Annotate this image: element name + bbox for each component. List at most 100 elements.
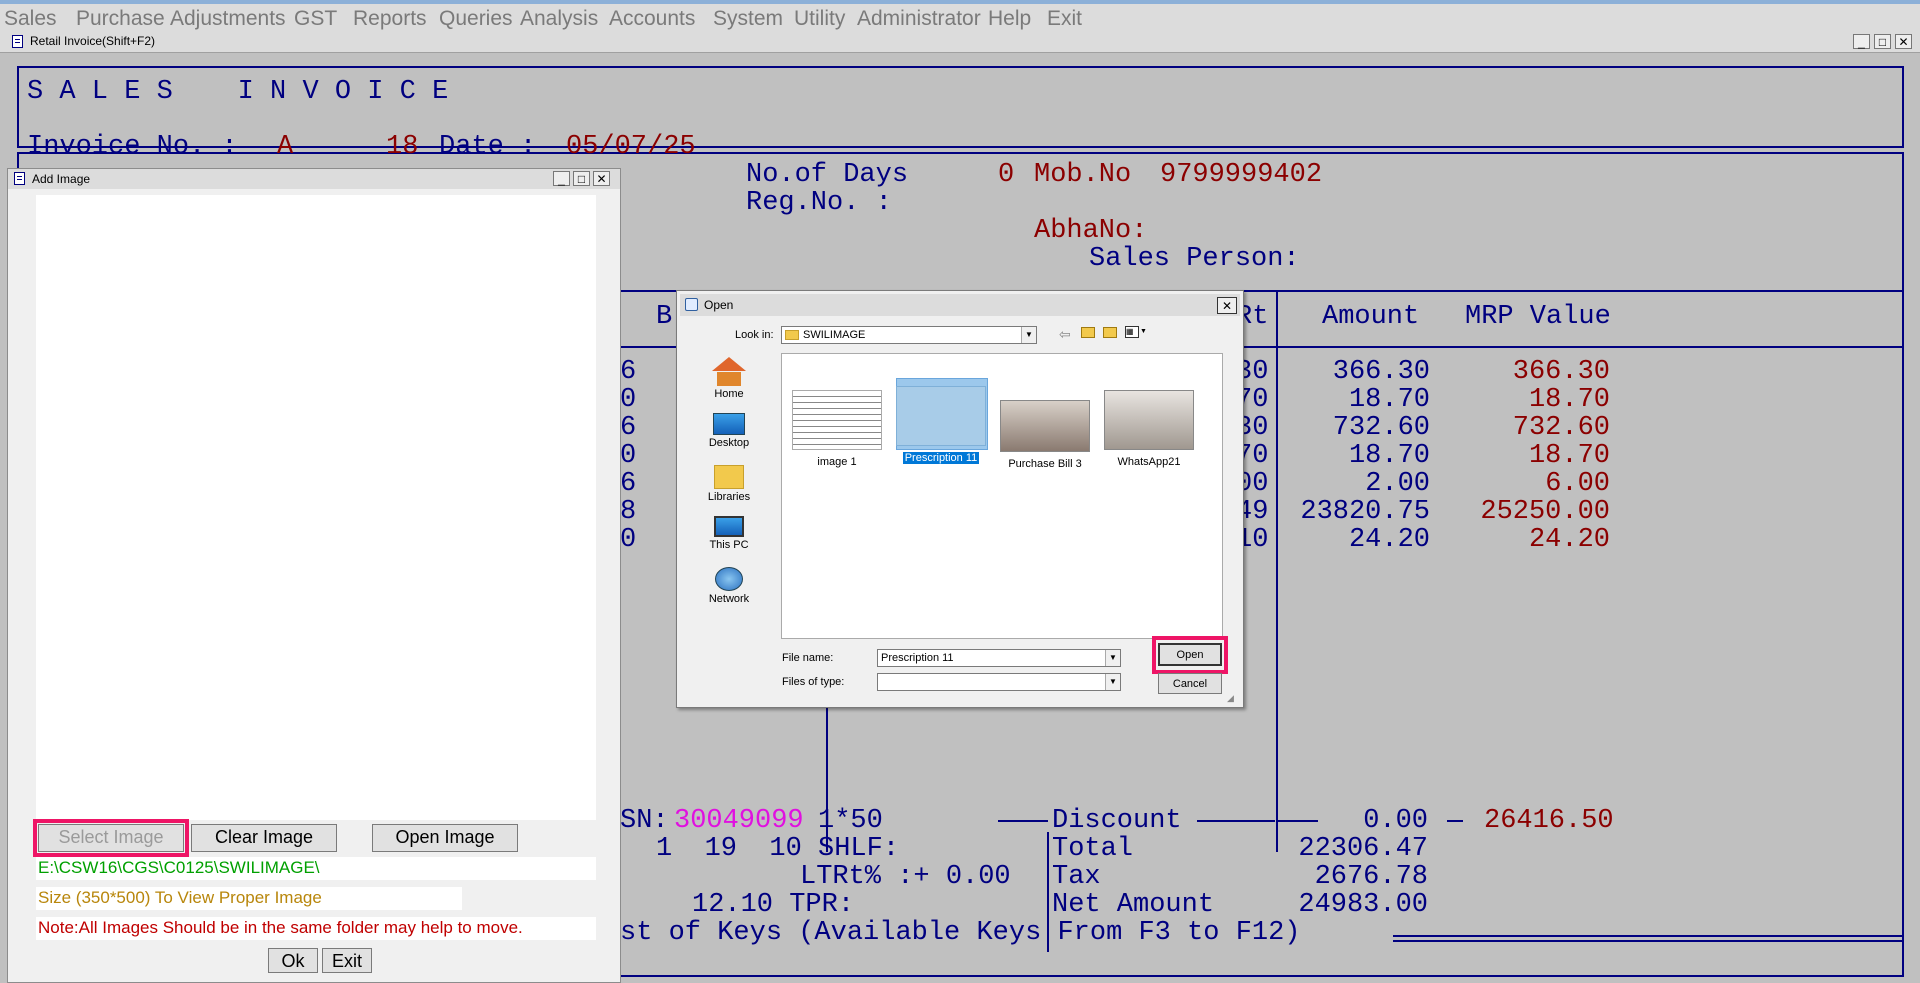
chevron-down-icon[interactable]: ▼ bbox=[1021, 327, 1036, 343]
place-home[interactable]: Home bbox=[694, 357, 764, 400]
retail-invoice-title: Retail Invoice(Shift+F2) bbox=[30, 34, 156, 48]
maximize-icon[interactable]: □ bbox=[1874, 34, 1891, 49]
file-name-value: Prescription 11 bbox=[881, 652, 954, 664]
menu-administrator[interactable]: Administrator bbox=[857, 7, 981, 31]
reg-label: Reg.No. : bbox=[746, 188, 892, 218]
menu-analysis[interactable]: Analysis bbox=[520, 7, 598, 31]
place-desktop[interactable]: Desktop bbox=[694, 413, 764, 449]
menu-sales[interactable]: Sales bbox=[4, 7, 57, 31]
open-dialog-titlebar: Open ✕ bbox=[680, 294, 1240, 316]
menu-accounts[interactable]: Accounts bbox=[609, 7, 695, 31]
total-value: 22306.47 bbox=[1298, 834, 1428, 864]
net-amount-value: 24983.00 bbox=[1298, 890, 1428, 920]
menu-help[interactable]: Help bbox=[988, 7, 1031, 31]
add-image-window: Add Image _ □ ✕ Select Image Clear Image… bbox=[7, 168, 621, 983]
image-size-note: Size (350*500) To View Proper Image bbox=[36, 887, 462, 910]
back-icon[interactable]: ⇦ bbox=[1059, 326, 1071, 343]
open-image-button[interactable]: Open Image bbox=[372, 824, 518, 852]
place-network[interactable]: Network bbox=[694, 567, 764, 605]
cancel-button[interactable]: Cancel bbox=[1158, 673, 1222, 694]
file-name-input[interactable]: Prescription 11 ▼ bbox=[877, 649, 1121, 667]
mrp-total: 26416.50 bbox=[1484, 806, 1614, 836]
row-left-cell: 6 bbox=[620, 413, 637, 443]
look-in-combo[interactable]: SWILIMAGE ▼ bbox=[781, 326, 1037, 344]
image-thumbnail bbox=[792, 390, 882, 450]
view-dropdown-icon[interactable]: ▼ bbox=[1140, 328, 1147, 335]
abha-label: AbhaNo: bbox=[1034, 216, 1148, 246]
menu-reports[interactable]: Reports bbox=[353, 7, 427, 31]
row-left-cell: 0 bbox=[620, 385, 637, 415]
discount-line-mid bbox=[1197, 820, 1275, 822]
look-in-value: SWILIMAGE bbox=[803, 329, 866, 341]
menu-system[interactable]: System bbox=[713, 7, 783, 31]
place-desktop-label: Desktop bbox=[708, 437, 750, 449]
hsn-value: 30049099 bbox=[674, 806, 804, 836]
new-folder-icon[interactable] bbox=[1103, 327, 1117, 338]
menu-adjustments[interactable]: Adjustments bbox=[170, 7, 286, 31]
place-libraries[interactable]: Libraries bbox=[694, 465, 764, 503]
row-left-cell: 6 bbox=[620, 357, 637, 387]
total-label: Total bbox=[1052, 834, 1134, 864]
row-mrp-cell: 732.60 bbox=[1512, 413, 1610, 443]
clear-image-button[interactable]: Clear Image bbox=[191, 824, 337, 852]
col-mrp-header: MRP Value bbox=[1465, 302, 1611, 332]
file-item[interactable]: image 1 bbox=[788, 390, 886, 468]
chevron-down-icon[interactable]: ▼ bbox=[1105, 674, 1120, 690]
file-item-selected[interactable]: Prescription 11 bbox=[892, 378, 990, 465]
resize-grip-icon[interactable]: ◢ bbox=[1227, 693, 1234, 704]
menu-exit[interactable]: Exit bbox=[1047, 7, 1082, 31]
invoice-number: 18 bbox=[386, 132, 419, 162]
document-icon bbox=[14, 172, 25, 185]
file-item-label: image 1 bbox=[817, 456, 857, 468]
view-menu-icon[interactable]: ▦ bbox=[1125, 326, 1139, 338]
row-left-cell: 0 bbox=[620, 441, 637, 471]
menu-gst[interactable]: GST bbox=[294, 7, 337, 31]
ok-button[interactable]: Ok bbox=[268, 948, 318, 973]
up-folder-icon[interactable] bbox=[1081, 327, 1095, 338]
row-amount-cell: 366.30 bbox=[1332, 357, 1430, 387]
discount-line-end bbox=[1447, 820, 1463, 822]
menu-purchase[interactable]: Purchase bbox=[76, 7, 165, 31]
computer-icon bbox=[714, 516, 744, 537]
file-item[interactable]: WhatsApp21 bbox=[1100, 390, 1198, 468]
minimize-icon[interactable]: _ bbox=[1853, 34, 1870, 49]
chevron-down-icon[interactable]: ▼ bbox=[1105, 650, 1120, 666]
close-icon[interactable]: ✕ bbox=[1895, 34, 1912, 49]
network-icon bbox=[715, 567, 743, 591]
pack-size: 1*50 bbox=[818, 806, 883, 836]
mob-value: 9799999402 bbox=[1160, 160, 1323, 190]
invoice-series: A bbox=[277, 132, 294, 162]
grid-vertical-line bbox=[1276, 290, 1278, 852]
open-button[interactable]: Open bbox=[1158, 643, 1222, 666]
open-file-dialog: Open ✕ Look in: SWILIMAGE ▼ ⇦ ▦ ▼ Home D… bbox=[676, 290, 1244, 708]
keys-line bbox=[1393, 935, 1903, 937]
menu-bar: Sales Purchase Adjustments GST Reports Q… bbox=[0, 0, 1920, 32]
menu-queries[interactable]: Queries bbox=[439, 7, 513, 31]
exit-button[interactable]: Exit bbox=[322, 948, 372, 973]
folder-icon bbox=[785, 330, 799, 341]
image-preview-area bbox=[36, 195, 596, 820]
minimize-icon[interactable]: _ bbox=[553, 171, 570, 186]
maximize-icon[interactable]: □ bbox=[573, 171, 590, 186]
menu-utility[interactable]: Utility bbox=[794, 7, 845, 31]
invoice-heading: S A L E S I N V O I C E bbox=[27, 77, 449, 107]
document-icon bbox=[12, 35, 23, 48]
look-in-label: Look in: bbox=[735, 329, 774, 341]
tpr-value: 12.10 TPR: bbox=[692, 890, 855, 920]
item-line-2: 1 19 10 SHLF: bbox=[656, 834, 900, 864]
select-image-button[interactable]: Select Image bbox=[38, 824, 184, 852]
place-this-pc[interactable]: This PC bbox=[694, 516, 764, 551]
row-amount-cell: 2.00 bbox=[1365, 469, 1430, 499]
home-icon bbox=[712, 357, 746, 371]
keys-hint: st of Keys (Available Keys From F3 to F1… bbox=[620, 918, 1301, 948]
file-item-label: Prescription 11 bbox=[901, 451, 981, 465]
file-type-select[interactable]: ▼ bbox=[877, 673, 1121, 691]
discount-line-left bbox=[998, 820, 1048, 822]
tax-label: Tax bbox=[1052, 862, 1101, 892]
row-amount-cell: 24.20 bbox=[1348, 525, 1430, 555]
file-item[interactable]: Purchase Bill 3 bbox=[996, 400, 1094, 470]
row-mrp-cell: 6.00 bbox=[1545, 469, 1610, 499]
close-icon[interactable]: ✕ bbox=[1217, 297, 1237, 314]
close-icon[interactable]: ✕ bbox=[593, 171, 610, 186]
row-mrp-cell: 366.30 bbox=[1512, 357, 1610, 387]
